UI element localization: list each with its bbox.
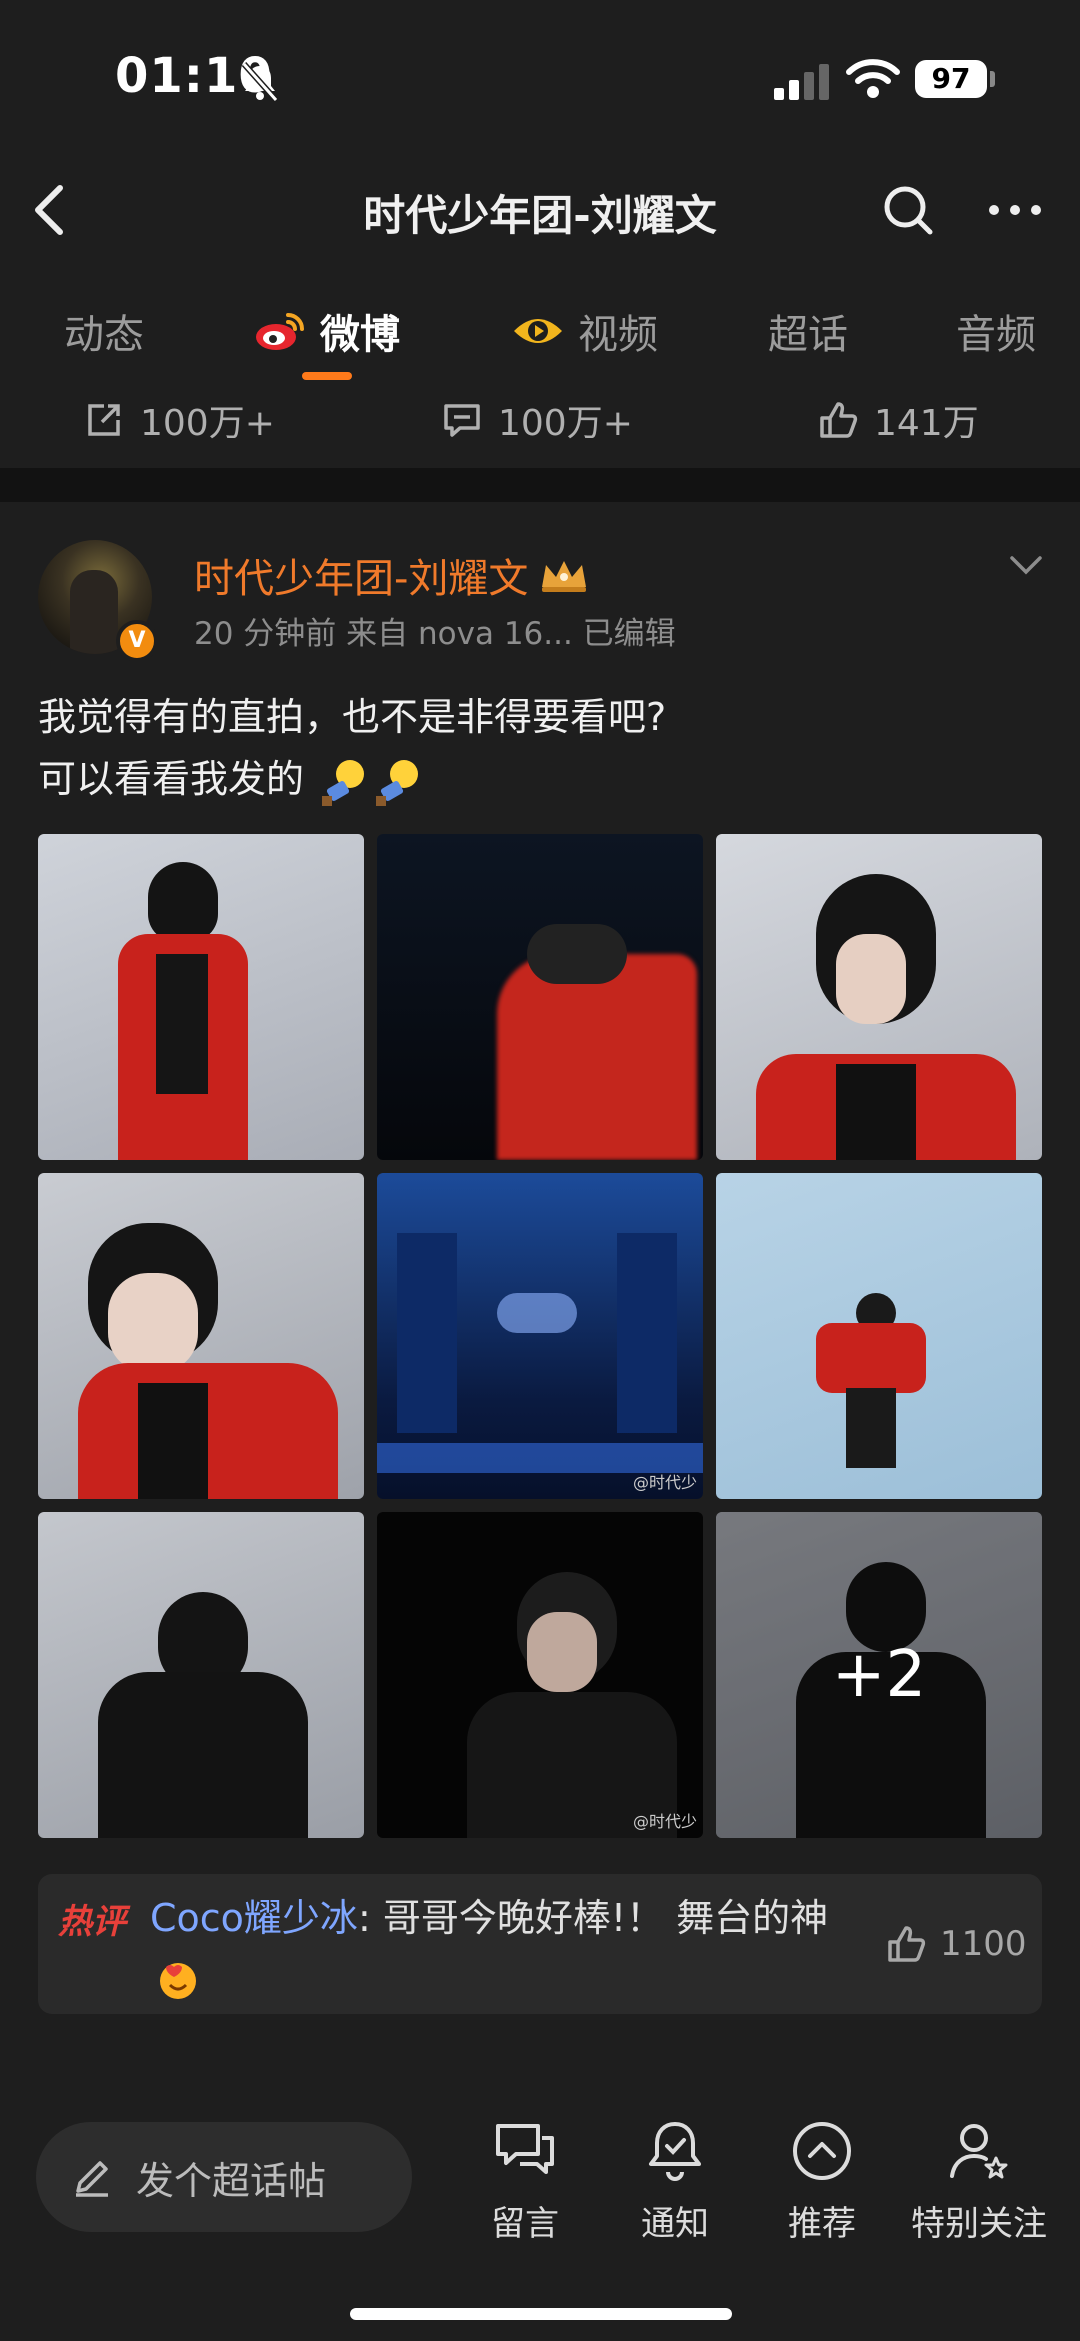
thumbs-up-icon — [888, 1926, 926, 1962]
photo-thumbnail[interactable] — [716, 834, 1042, 1160]
nav-bar: 时代少年团-刘耀文 — [0, 160, 1080, 260]
tab-bar: 动态 微博 视频 超话 音频 — [0, 280, 1080, 390]
tab-audio[interactable]: 音频 — [956, 302, 1036, 360]
previous-post-stats: 100万+ 100万+ 141万 — [0, 390, 1080, 450]
special-follow-button[interactable]: 特别关注 — [894, 2116, 1064, 2245]
tab-label: 超话 — [768, 312, 848, 358]
compose-post-button[interactable]: 发个超话帖 — [36, 2122, 412, 2232]
heart-face-emoji-icon — [160, 1962, 196, 1999]
bottom-item-label: 留言 — [491, 2204, 559, 2244]
feed-separator — [0, 468, 1080, 502]
repost-button[interactable]: 100万+ — [84, 394, 275, 446]
chevron-down-icon[interactable] — [1006, 544, 1046, 584]
post-text-line-1: 我觉得有的直拍，也不是非得要看吧? — [38, 695, 667, 739]
hot-comment-text: : 哥哥今晚好棒!！ 舞台的神 — [357, 1896, 829, 1940]
notification-button[interactable]: 通知 — [600, 2116, 750, 2245]
tab-label: 微博 — [320, 312, 400, 358]
battery-indicator: 97 — [915, 60, 987, 98]
bell-muted-icon — [241, 62, 279, 102]
photo-thumbnail[interactable] — [38, 1512, 364, 1838]
compose-label: 发个超话帖 — [136, 2158, 327, 2203]
tab-video[interactable]: 视频 — [512, 302, 658, 360]
tab-dynamics[interactable]: 动态 — [64, 302, 144, 360]
photo-watermark: @时代少 — [632, 1473, 697, 1492]
comment-count: 100万+ — [498, 403, 633, 444]
post-text: 我觉得有的直拍，也不是非得要看吧? 可以看看我发的 — [38, 686, 1038, 810]
photo-thumbnail[interactable]: @时代少 — [377, 1173, 703, 1499]
bell-check-icon — [649, 2122, 701, 2181]
post-meta: 20 分钟前 来自 nova 16... 已编辑 — [194, 616, 676, 652]
lightbulb-emoji-icon — [322, 759, 419, 806]
home-indicator[interactable] — [350, 2308, 732, 2320]
weibo-logo-icon — [256, 313, 304, 350]
bottom-bar: 发个超话帖 留言 通知 推荐 特别关注 — [0, 2098, 1080, 2341]
hot-comment[interactable]: 热评 Coco耀少冰: 哥哥今晚好棒!！ 舞台的神 1100 — [38, 1874, 1042, 2014]
hot-comment-like-count: 1100 — [940, 1924, 1027, 1964]
chat-bubbles-icon — [496, 2124, 554, 2174]
photo-thumbnail-more[interactable]: +2 — [716, 1512, 1042, 1838]
bottom-item-label: 特别关注 — [911, 2204, 1047, 2244]
hot-comment-user[interactable]: Coco耀少冰 — [150, 1896, 358, 1940]
photo-thumbnail[interactable]: @时代少 — [377, 1512, 703, 1838]
photo-thumbnail[interactable] — [377, 834, 703, 1160]
verified-badge-icon: V — [116, 620, 158, 662]
repost-icon — [88, 404, 120, 436]
status-bar: 01:10 97 — [0, 0, 1080, 160]
battery-tip — [990, 71, 995, 87]
photo-thumbnail[interactable] — [38, 834, 364, 1160]
like-count: 141万 — [874, 403, 979, 444]
tab-label: 音频 — [956, 312, 1036, 358]
comment-button[interactable]: 100万+ — [442, 394, 633, 446]
video-eye-icon — [514, 319, 562, 343]
cellular-signal-icon — [774, 64, 829, 100]
pencil-icon — [76, 2161, 108, 2197]
wifi-icon — [846, 59, 900, 98]
tab-label: 视频 — [578, 312, 658, 358]
tab-super-topic[interactable]: 超话 — [768, 302, 848, 360]
avatar-figure — [70, 570, 118, 654]
search-icon[interactable] — [878, 180, 938, 240]
comment-icon — [444, 404, 480, 437]
thumbs-up-icon — [820, 402, 858, 438]
post-text-line-2: 可以看看我发的 — [38, 757, 305, 801]
chevron-up-circle-icon — [793, 2122, 851, 2180]
bottom-item-label: 通知 — [641, 2204, 709, 2244]
bottom-item-label: 推荐 — [788, 2204, 856, 2244]
message-board-button[interactable]: 留言 — [450, 2116, 600, 2245]
like-button[interactable]: 141万 — [818, 394, 979, 446]
active-tab-indicator — [302, 372, 352, 380]
hot-comment-tag: 热评 — [58, 1902, 126, 1942]
photo-thumbnail[interactable] — [716, 1173, 1042, 1499]
more-options-icon[interactable] — [980, 180, 1050, 240]
weibo-post: V 时代少年团-刘耀文 20 分钟前 来自 nova 16... 已编辑 我觉得… — [0, 502, 1080, 2102]
tab-label: 动态 — [64, 312, 144, 358]
photo-grid: @时代少 @时代少 +2 — [38, 834, 1042, 1838]
hot-comment-body: Coco耀少冰: 哥哥今晚好棒!！ 舞台的神 — [150, 1888, 870, 2008]
recommend-button[interactable]: 推荐 — [747, 2116, 897, 2245]
more-photos-count: +2 — [716, 1512, 1042, 1838]
hot-comment-like-button[interactable]: 1100 — [886, 1924, 1027, 1964]
author-name: 时代少年团-刘耀文 — [194, 556, 529, 602]
repost-count: 100万+ — [140, 403, 275, 444]
post-author[interactable]: 时代少年团-刘耀文 — [194, 546, 590, 604]
photo-watermark: @时代少 — [632, 1812, 697, 1831]
tab-weibo[interactable]: 微博 — [254, 302, 400, 360]
photo-thumbnail[interactable] — [38, 1173, 364, 1499]
user-star-icon — [950, 2124, 1008, 2179]
crown-badge-icon — [542, 561, 587, 592]
